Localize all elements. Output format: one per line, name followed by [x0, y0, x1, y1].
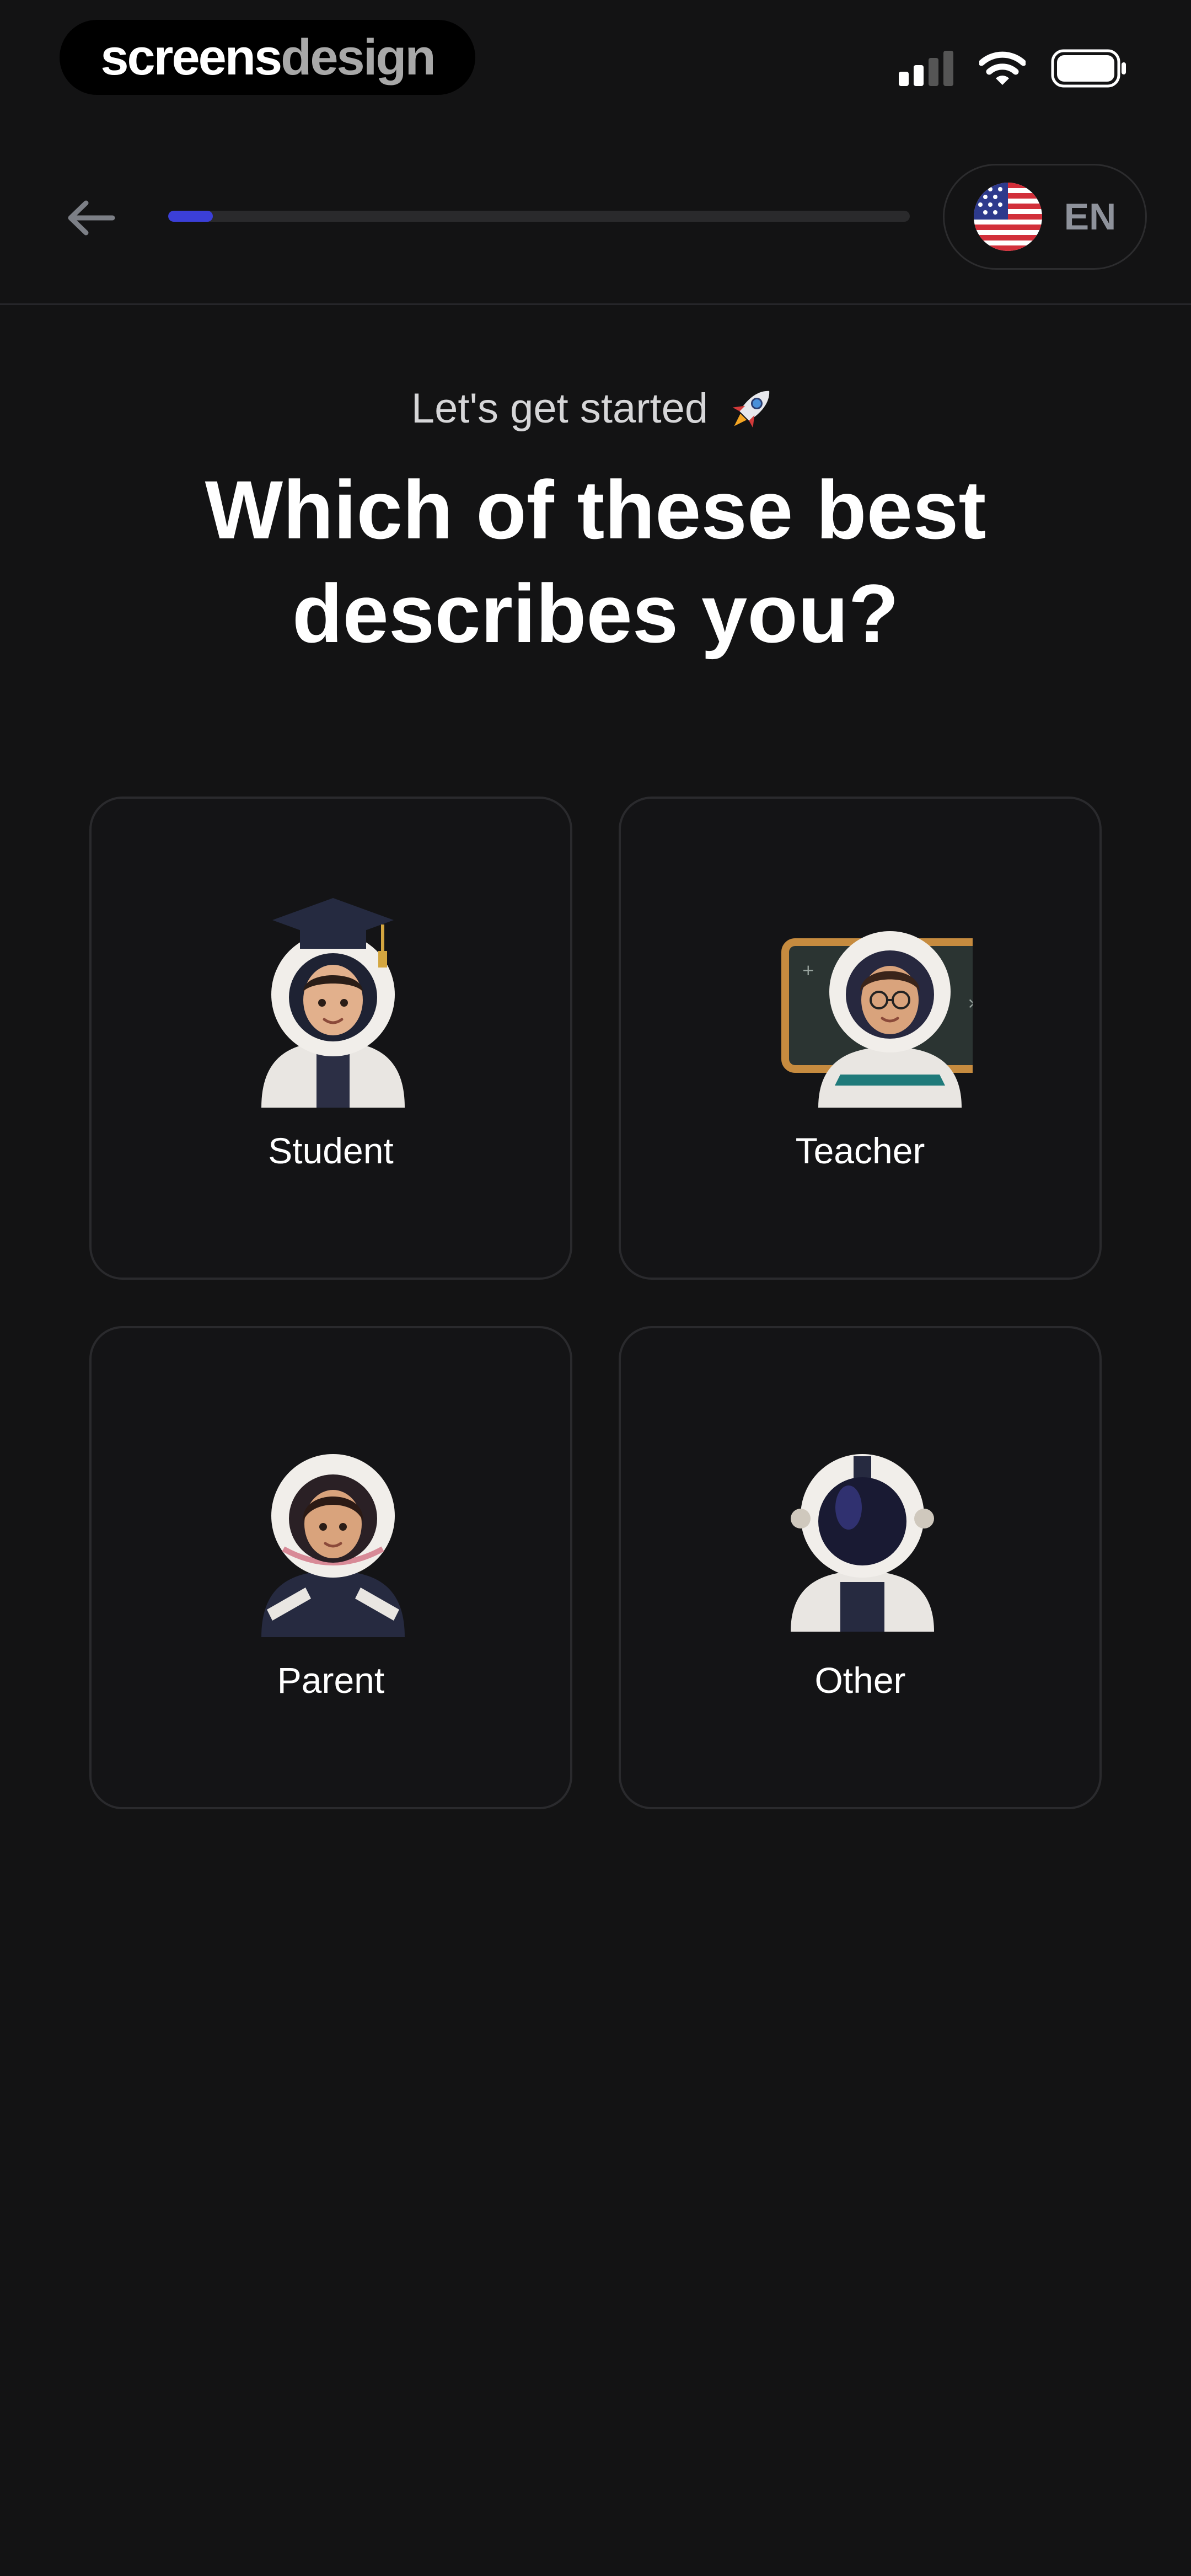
- us-flag-icon: [973, 183, 1042, 251]
- astronaut-student-avatar: [261, 898, 405, 1108]
- option-card-parent[interactable]: Parent: [89, 1326, 572, 1809]
- option-label-other: Other: [814, 1660, 906, 1701]
- svg-text:+: +: [802, 961, 814, 979]
- astronaut-other-avatar: [791, 1454, 934, 1632]
- arrow-left-icon: [68, 200, 115, 236]
- title-line-1: Which of these best: [205, 463, 986, 556]
- progress-bar-fill: [168, 211, 213, 222]
- title-line-2: describes you?: [292, 567, 899, 660]
- option-card-teacher[interactable]: + × Teacher: [619, 797, 1102, 1280]
- cellular-signal-icon: [899, 51, 953, 86]
- astronaut-parent-avatar: [261, 1454, 405, 1637]
- progress-bar: [168, 211, 910, 222]
- rocket-icon: [732, 391, 770, 428]
- option-card-other[interactable]: Other: [619, 1326, 1102, 1809]
- battery-icon: [1051, 49, 1126, 88]
- brand-logo: screens design: [60, 20, 475, 95]
- header-divider: [0, 303, 1191, 305]
- back-button[interactable]: [61, 190, 121, 245]
- wifi-icon: [979, 51, 1026, 85]
- astronaut-teacher-avatar: + ×: [781, 931, 973, 1108]
- option-label-teacher: Teacher: [795, 1130, 925, 1171]
- option-label-student: Student: [268, 1130, 394, 1171]
- page-title: Which of these best describes you?: [110, 458, 1081, 665]
- status-icons: [899, 46, 1128, 90]
- option-card-student[interactable]: Student: [89, 797, 572, 1280]
- language-selector[interactable]: EN: [943, 164, 1147, 270]
- brand-text-part1: screens: [100, 29, 282, 85]
- svg-text:×: ×: [967, 994, 973, 1012]
- subtitle-text: Let's get started: [411, 384, 709, 432]
- brand-text-part2: design: [281, 29, 436, 85]
- language-code: EN: [1064, 196, 1117, 238]
- option-label-parent: Parent: [277, 1660, 385, 1701]
- subtitle: Let's get started: [0, 381, 1191, 436]
